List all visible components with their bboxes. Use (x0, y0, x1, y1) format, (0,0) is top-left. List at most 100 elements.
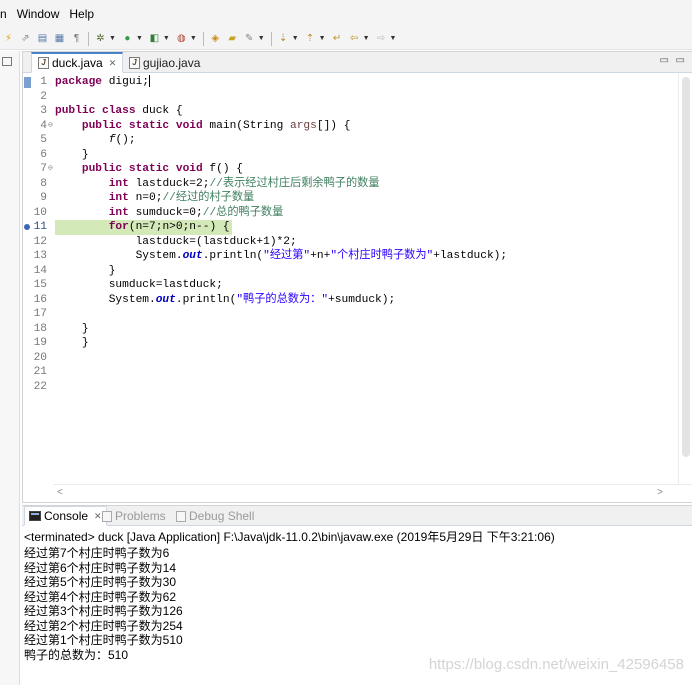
external-tools-icon[interactable]: ◍ (175, 32, 188, 45)
brush-icon[interactable]: ✎ (243, 32, 256, 45)
code-line: 8 int lastduck=2;//表示经过村庄后剩余鸭子的数量 (23, 177, 673, 192)
tab-console[interactable]: Console ✕ (24, 506, 107, 526)
block-selection-icon[interactable]: ▤ (36, 32, 49, 45)
chevron-down-icon[interactable]: ▼ (258, 35, 265, 42)
line-number: 10 (33, 206, 47, 219)
chevron-down-icon[interactable]: ▼ (363, 35, 370, 42)
text-cursor (149, 75, 150, 88)
code-line: 1 package digui; (23, 75, 673, 90)
horizontal-scrollbar[interactable]: < > (53, 484, 692, 502)
close-icon[interactable]: ✕ (109, 58, 117, 69)
line-number: 3 (40, 105, 47, 117)
tab-debug-shell[interactable]: Debug Shell (176, 506, 254, 526)
line-number: 17 (33, 308, 47, 320)
chevron-down-icon[interactable]: ▼ (109, 35, 116, 42)
chevron-down-icon[interactable]: ▼ (136, 35, 143, 42)
toolbar: ⚡ ⇗ ▤ ▦ ¶ ✲ ▼ ● ▼ ◧ ▼ ◍ ▼ ◈ ▰ ✎ ▼ ⇣ ▼ ⇡ ▼ ↵ ⇦ ▼ … (0, 28, 692, 50)
toolbar-separator (88, 31, 89, 46)
line-number: 2 (40, 90, 47, 103)
debug-shell-icon (176, 510, 186, 522)
chevron-down-icon[interactable]: ▼ (390, 35, 397, 42)
code-line: 10 int sumduck=0;//总的鸭子数量 (23, 206, 673, 221)
restore-icon[interactable] (2, 57, 12, 66)
code-line: 16 System.out.println("鸭子的总数为："+sumduck)… (23, 293, 673, 308)
console-view: Console ✕ Problems Debug Shell <terminat… (22, 505, 692, 685)
line-number: 16 (33, 293, 47, 306)
close-icon[interactable]: ✕ (94, 511, 102, 522)
code-area[interactable]: 1 package digui; 2 3 public class duck {… (23, 73, 692, 486)
code-line: 22 (23, 380, 673, 395)
tab-label: duck.java (52, 56, 103, 70)
forward-icon[interactable]: ⇨ (375, 32, 388, 45)
line-number: 21 (33, 366, 47, 378)
code-line: 7 ⊖ public static void f() { (23, 162, 673, 177)
whitespace-icon[interactable]: ¶ (70, 32, 83, 45)
tab-duck-java[interactable]: J duck.java ✕ (31, 52, 124, 73)
line-number: 7 (40, 163, 47, 175)
code-line: 21 (23, 365, 673, 380)
java-file-icon: J (129, 56, 140, 69)
next-annotation-icon[interactable]: ⇣ (277, 32, 290, 45)
line-number: 8 (40, 177, 47, 190)
code-line: 9 int n=0;//经过的村子数量 (23, 191, 673, 206)
vertical-scrollbar[interactable] (678, 73, 692, 484)
scroll-right-icon[interactable]: > (657, 487, 663, 498)
toolbar-separator (270, 31, 272, 46)
last-edit-icon[interactable]: ↵ (331, 32, 344, 45)
line-number: 11 (33, 221, 47, 233)
line-number: 13 (33, 250, 47, 262)
menu-run[interactable]: n (0, 7, 12, 21)
code-line: 2 (23, 90, 673, 105)
line-number: 6 (40, 148, 47, 161)
menu-bar: n Window Help (0, 0, 692, 28)
line-number: 15 (33, 279, 47, 291)
chevron-down-icon[interactable]: ▼ (319, 35, 326, 42)
line-number: 9 (40, 192, 47, 204)
line-number: 20 (33, 351, 47, 364)
maximize-icon[interactable]: ▭ (676, 55, 685, 66)
line-number: 18 (33, 322, 47, 335)
toggle-mark-icon[interactable]: ⇗ (19, 32, 32, 45)
tab-label: gujiao.java (143, 55, 201, 70)
console-icon (29, 511, 41, 521)
chevron-down-icon[interactable]: ▼ (292, 35, 299, 42)
code-line: 14 } (23, 264, 673, 279)
menu-window[interactable]: Window (12, 7, 65, 21)
run-icon[interactable]: ● (121, 32, 134, 45)
scrollbar-thumb[interactable] (682, 77, 690, 457)
chevron-down-icon[interactable]: ▼ (163, 35, 170, 42)
code-line: 3 public class duck { (23, 104, 673, 119)
back-icon[interactable]: ⇦ (348, 32, 361, 45)
breadcrumb-icon[interactable]: ▦ (53, 32, 66, 45)
minimize-icon[interactable]: ▭ (660, 55, 669, 66)
editor-tab-bar: J duck.java ✕ J gujiao.java ▭ ▭ (23, 52, 692, 73)
fold-icon[interactable]: ⊖ (48, 119, 53, 134)
debug-icon[interactable]: ✲ (94, 32, 107, 45)
code-line: 6 } (23, 148, 673, 163)
line-number: 19 (33, 337, 47, 349)
line-number: 12 (33, 235, 47, 248)
code-line: 20 (23, 351, 673, 366)
menu-help[interactable]: Help (64, 7, 99, 21)
code-line: 18 } (23, 322, 673, 337)
previous-annotation-icon[interactable]: ⇡ (304, 32, 317, 45)
java-file-icon: J (38, 57, 49, 69)
lightning-icon[interactable]: ⚡ (2, 32, 15, 45)
tab-problems[interactable]: Problems (102, 506, 166, 526)
coverage-icon[interactable]: ◧ (148, 32, 161, 45)
console-status: <terminated> duck [Java Application] F:\… (24, 530, 555, 544)
line-number: 1 (40, 76, 47, 88)
code-line: 19 } (23, 336, 673, 351)
code-line: 17 (23, 307, 673, 322)
new-java-project-icon[interactable]: ◈ (209, 32, 222, 45)
chevron-down-icon[interactable]: ▼ (190, 35, 197, 42)
fold-icon[interactable]: ⊖ (48, 162, 53, 177)
tab-gujiao-java[interactable]: J gujiao.java (123, 52, 206, 73)
console-output-line: 鸭子的总数为：510 (24, 647, 129, 662)
toolbar-separator (202, 31, 204, 46)
open-folder-icon[interactable]: ▰ (226, 32, 239, 45)
code-line: 4 ⊖ public static void main(String args[… (23, 119, 673, 134)
scroll-left-icon[interactable]: < (57, 487, 63, 498)
tab-label: Problems (115, 509, 166, 523)
line-number: 5 (40, 134, 47, 146)
